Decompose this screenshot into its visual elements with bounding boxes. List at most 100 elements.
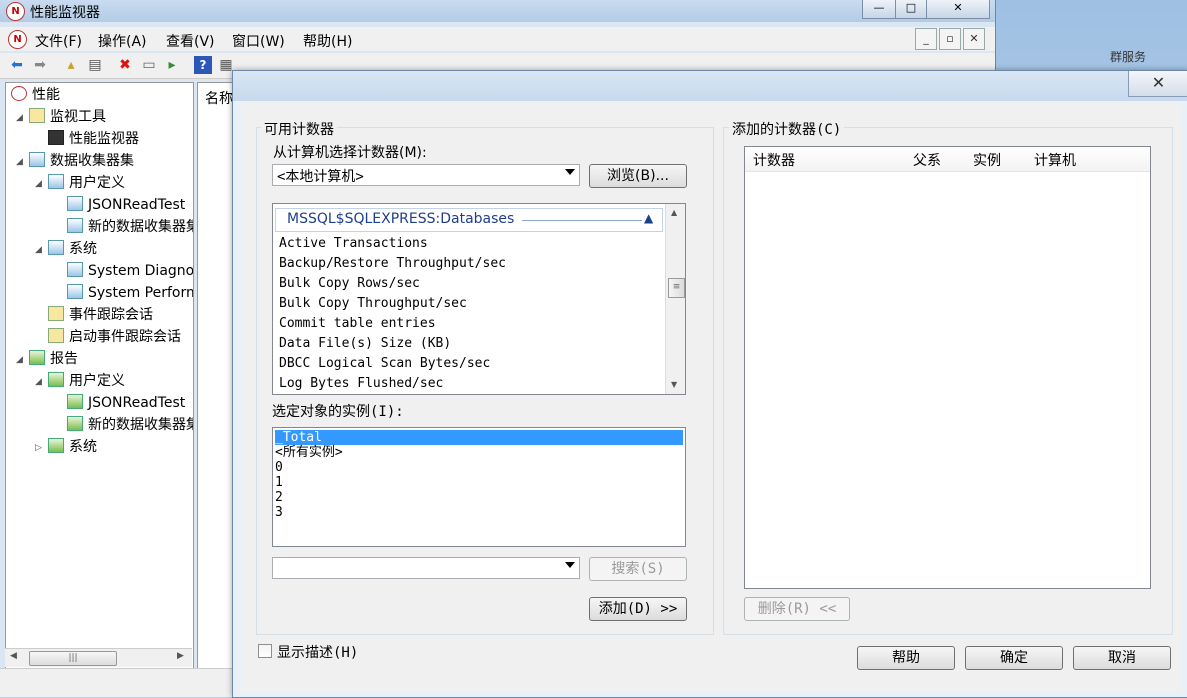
details-column-header[interactable]: 名称 [205, 88, 233, 108]
forward-arrow-icon[interactable]: ➡ [31, 56, 49, 74]
dropdown-arrow-icon[interactable] [565, 562, 575, 568]
column-computer[interactable]: 计算机 [1034, 150, 1076, 170]
collapse-chevron-icon[interactable]: ▲ [644, 211, 653, 225]
collapse-arrow-icon[interactable]: ◢ [35, 245, 42, 255]
show-description-checkbox[interactable] [258, 644, 272, 658]
tree-node-reports-jsonreadtest[interactable]: JSONReadTest [67, 393, 185, 413]
help-icon[interactable]: ? [194, 56, 212, 74]
scroll-up-icon[interactable]: ▲ [671, 208, 677, 217]
properties-icon[interactable]: ▭ [140, 56, 158, 74]
instances-label: 选定对象的实例(I): [272, 404, 404, 420]
tree-node-reports-system[interactable]: 系统 [48, 437, 97, 457]
maximize-button[interactable]: □ [895, 0, 927, 19]
list-item[interactable]: Data File(s) Size (KB) [279, 336, 451, 351]
collector-set-icon [67, 284, 83, 299]
dropdown-arrow-icon[interactable] [565, 169, 575, 175]
search-button[interactable]: 搜索(S) [589, 557, 687, 581]
menu-view[interactable]: 查看(V) [166, 31, 215, 51]
dialog-title-bar[interactable]: ✕ [233, 71, 1187, 101]
header-divider [522, 220, 642, 221]
mdi-close-button[interactable]: ✕ [963, 28, 985, 50]
instance-list[interactable]: _Total <所有实例> 0 1 2 3 [272, 427, 686, 547]
collapse-arrow-icon[interactable]: ◢ [16, 157, 23, 167]
menu-file[interactable]: 文件(F) [35, 31, 82, 51]
list-item[interactable]: DBCC Logical Scan Bytes/sec [279, 356, 490, 371]
tree-node-reports[interactable]: 报告 [29, 349, 78, 369]
scrollbar-thumb[interactable]: ≡ [668, 278, 685, 298]
list-item[interactable]: 0 [275, 460, 683, 475]
delete-icon[interactable]: ✖ [116, 56, 134, 74]
collector-folder-icon [48, 174, 64, 189]
tree-node-system-diagnostics[interactable]: System Diagnostics [67, 261, 193, 281]
tree-node-data-collector-sets[interactable]: 数据收集器集 [29, 151, 134, 171]
collapse-arrow-icon[interactable]: ◢ [35, 377, 42, 387]
tree-node-system[interactable]: 系统 [48, 239, 97, 259]
collector-folder-icon [48, 240, 64, 255]
select-computer-label: 从计算机选择计数器(M): [273, 145, 427, 161]
help-button[interactable]: 帮助 [857, 646, 955, 670]
show-hide-tree-icon[interactable]: ▤ [86, 56, 104, 74]
perfmon-icon [11, 86, 27, 101]
remove-button[interactable]: 删除(R) << [744, 597, 850, 621]
tree-node-system-performance[interactable]: System Performance [67, 283, 193, 303]
list-item[interactable]: _Total [275, 430, 683, 445]
close-button[interactable]: ✕ [926, 0, 990, 19]
column-parent[interactable]: 父系 [913, 150, 941, 170]
tree-node-monitoring-tools[interactable]: 监视工具 [29, 107, 106, 127]
menu-action[interactable]: 操作(A) [98, 31, 147, 51]
list-item[interactable]: Active Transactions [279, 236, 428, 251]
tree-horizontal-scrollbar[interactable]: ◀ ||| ▶ [5, 648, 192, 667]
tree-node-new-collector-set[interactable]: 新的数据收集器集 [67, 217, 193, 237]
added-counters-list[interactable]: 计数器 父系 实例 计算机 [744, 146, 1151, 589]
up-folder-icon[interactable]: ▴ [62, 56, 80, 74]
counter-list[interactable]: MSSQL$SQLEXPRESS:Databases ▲ Active Tran… [272, 203, 686, 395]
mdi-minimize-button[interactable]: _ [915, 28, 937, 50]
column-counter[interactable]: 计数器 [753, 150, 795, 170]
tree-node-user-defined[interactable]: 用户定义 [48, 173, 125, 193]
list-item[interactable]: 3 [275, 505, 683, 520]
tree-node-reports-user-defined[interactable]: 用户定义 [48, 371, 125, 391]
scrollbar-thumb[interactable]: ||| [29, 651, 117, 666]
list-item[interactable]: 2 [275, 490, 683, 505]
counter-list-scrollbar[interactable]: ▲ ≡ ▼ [665, 204, 685, 394]
scroll-right-icon[interactable]: ▶ [177, 651, 184, 661]
mdi-restore-button[interactable]: ▫ [939, 28, 961, 50]
minimize-button[interactable]: — [862, 0, 896, 19]
tree-node-reports-new-collector-set[interactable]: 新的数据收集器集 [67, 415, 193, 435]
column-instance[interactable]: 实例 [973, 150, 1001, 170]
list-item[interactable]: Commit table entries [279, 316, 436, 331]
browse-button[interactable]: 浏览(B)... [589, 164, 687, 188]
dialog-close-button[interactable]: ✕ [1128, 71, 1187, 97]
ok-button[interactable]: 确定 [965, 646, 1063, 670]
search-combobox[interactable] [272, 557, 580, 579]
scroll-down-icon[interactable]: ▼ [671, 380, 677, 389]
back-arrow-icon[interactable]: ⬅ [8, 56, 26, 74]
menu-help[interactable]: 帮助(H) [303, 31, 352, 51]
tree-node-event-trace-sessions[interactable]: 事件跟踪会话 [48, 305, 153, 325]
list-item[interactable]: Log Bytes Flushed/sec [279, 376, 443, 391]
menu-window[interactable]: 窗口(W) [232, 31, 285, 51]
list-item[interactable]: 1 [275, 475, 683, 490]
cancel-button[interactable]: 取消 [1073, 646, 1171, 670]
report-icon [67, 416, 83, 431]
export-icon[interactable]: ▸ [163, 56, 181, 74]
trace-session-icon [48, 306, 64, 321]
computer-combobox[interactable]: <本地计算机> [272, 164, 580, 186]
list-item[interactable]: Bulk Copy Throughput/sec [279, 296, 467, 311]
collapse-arrow-icon[interactable]: ◢ [35, 179, 42, 189]
collapse-arrow-icon[interactable]: ◢ [16, 355, 23, 365]
list-item[interactable]: <所有实例> [275, 445, 683, 460]
add-button[interactable]: 添加(D) >> [589, 597, 687, 621]
list-item[interactable]: Bulk Copy Rows/sec [279, 276, 420, 291]
tree-node-jsonreadtest[interactable]: JSONReadTest [67, 195, 185, 215]
list-item[interactable]: Backup/Restore Throughput/sec [279, 256, 506, 271]
collapse-arrow-icon[interactable]: ◢ [16, 113, 23, 123]
tree-node-startup-event-trace-sessions[interactable]: 启动事件跟踪会话 [48, 327, 181, 347]
scroll-left-icon[interactable]: ◀ [10, 651, 17, 661]
tree-node-performance[interactable]: 性能 [11, 85, 60, 105]
counter-category-header[interactable]: MSSQL$SQLEXPRESS:Databases ▲ [275, 208, 663, 232]
title-bar[interactable]: N 性能监视器 — □ ✕ [0, 0, 995, 22]
expand-arrow-icon[interactable]: ▷ [35, 443, 42, 453]
folder-icon [29, 108, 45, 123]
tree-node-performance-monitor[interactable]: 性能监视器 [48, 129, 139, 149]
